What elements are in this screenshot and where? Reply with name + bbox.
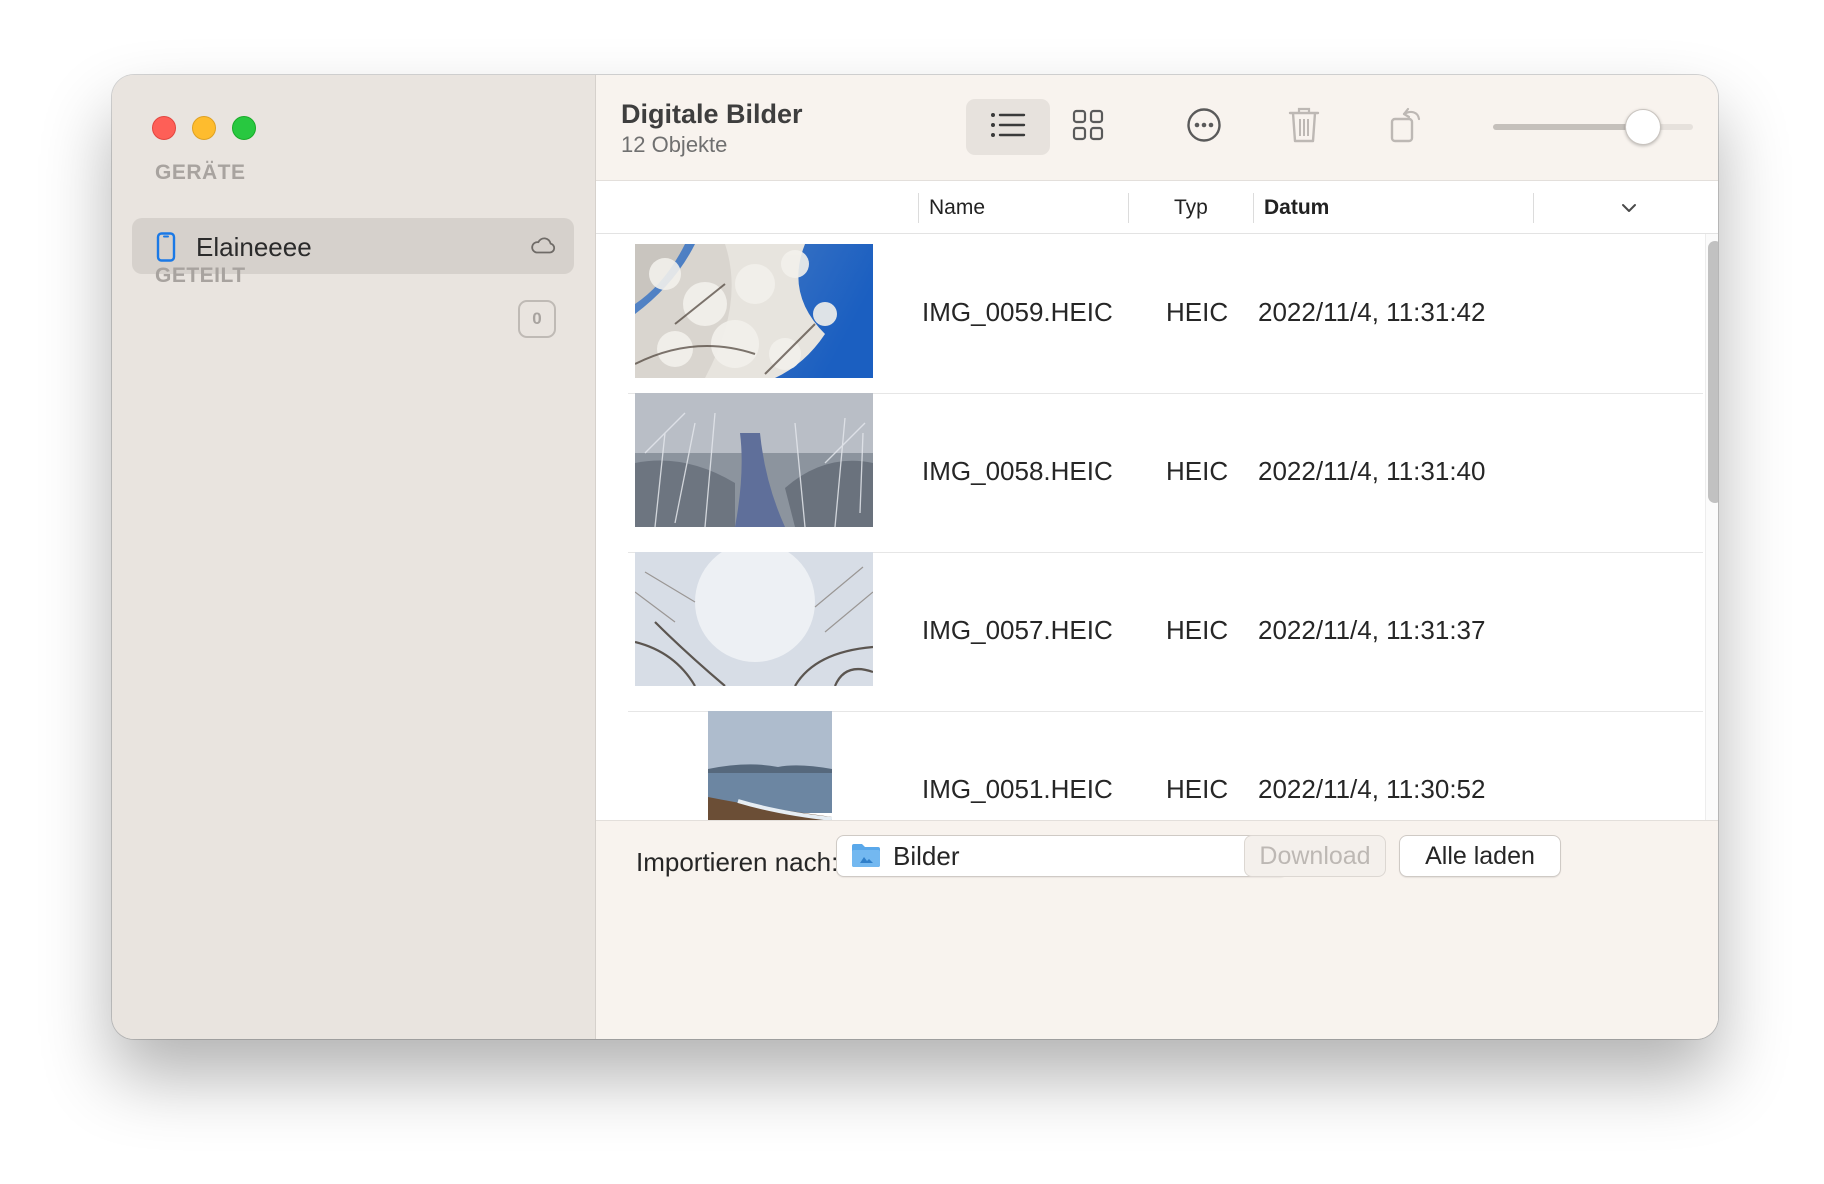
shared-section-label: GETEILT [155,264,246,287]
file-type: HEIC [1166,615,1229,645]
column-separator [1128,193,1129,223]
item-count: 12 Objekte [621,132,728,157]
download-button[interactable]: Download [1244,835,1386,877]
zoom-button[interactable] [232,116,256,140]
thumbnail-size-slider[interactable] [1493,109,1693,145]
photo-thumbnail [635,244,873,378]
page-title: Digitale Bilder [621,99,803,129]
table-rows: IMG_0059.HEIC HEIC 2022/11/4, 11:31:42 I… [596,234,1703,884]
minimize-button[interactable] [192,116,216,140]
column-header-name[interactable]: Name [929,196,985,220]
file-type: HEIC [1166,456,1229,486]
destination-value: Bilder [893,841,960,871]
sidebar: GERÄTE Elaineeee GETEILT 0 [112,75,596,1039]
iphone-icon [156,232,176,267]
import-label: Importieren nach: [636,847,839,877]
table-header: Name Typ Datum [596,181,1718,234]
list-view-icon [990,111,1026,144]
trash-icon [1288,106,1320,149]
import-footer: Importieren nach: Bilder Download Alle l… [596,820,1718,1039]
file-date: 2022/11/4, 11:31:42 [1258,297,1486,327]
destination-popup[interactable]: Bilder [836,835,1288,877]
close-button[interactable] [152,116,176,140]
file-name: IMG_0057.HEIC [922,615,1113,645]
slider-knob[interactable] [1625,109,1661,145]
slider-track-fill [1493,124,1643,130]
shared-count-badge: 0 [518,300,556,338]
grid-view-icon [1072,109,1104,146]
file-name: IMG_0059.HEIC [922,297,1113,327]
vertical-scrollbar-thumb[interactable] [1708,241,1718,503]
file-type: HEIC [1166,297,1229,327]
file-name: IMG_0058.HEIC [922,456,1113,486]
list-view-button[interactable] [966,99,1050,155]
file-name: IMG_0051.HEIC [922,774,1113,804]
image-capture-window: GERÄTE Elaineeee GETEILT 0 Digitale Bild… [112,75,1718,1039]
more-options-button[interactable] [1172,99,1236,155]
table-row[interactable]: IMG_0059.HEIC HEIC 2022/11/4, 11:31:42 [628,234,1703,394]
column-separator [1253,193,1254,223]
main-content: Digitale Bilder 12 Objekte Name Typ Datu… [596,75,1718,1039]
icloud-icon [530,236,556,259]
file-date: 2022/11/4, 11:31:40 [1258,456,1486,486]
pictures-folder-icon [851,842,881,873]
table-row[interactable]: IMG_0058.HEIC HEIC 2022/11/4, 11:31:40 [628,393,1703,553]
photo-thumbnail [635,552,873,686]
grid-view-button[interactable] [1056,99,1120,155]
rotate-button[interactable] [1374,99,1438,155]
delete-button[interactable] [1272,99,1336,155]
load-all-button[interactable]: Alle laden [1399,835,1561,877]
photo-thumbnail [635,393,873,527]
column-separator [918,193,919,223]
more-options-icon [1186,107,1222,148]
file-type: HEIC [1166,774,1229,804]
devices-section-label: GERÄTE [155,161,246,184]
file-date: 2022/11/4, 11:30:52 [1258,774,1486,804]
file-date: 2022/11/4, 11:31:37 [1258,615,1486,645]
device-name: Elaineeee [196,232,312,262]
table-row[interactable]: IMG_0057.HEIC HEIC 2022/11/4, 11:31:37 [628,552,1703,712]
column-header-type[interactable]: Typ [1174,196,1208,220]
rotate-icon [1389,105,1423,150]
column-header-date[interactable]: Datum [1264,196,1329,220]
sort-chevron-down-icon[interactable] [1621,201,1637,219]
column-separator [1533,193,1534,223]
